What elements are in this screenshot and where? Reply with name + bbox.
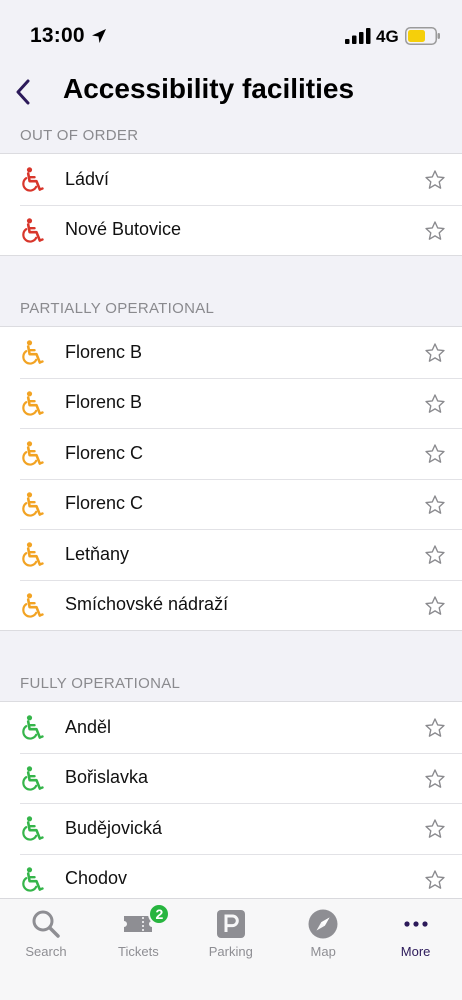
facility-row[interactable]: Ládví <box>0 154 462 205</box>
parking-icon <box>215 908 247 940</box>
tab-parking[interactable]: Parking <box>185 899 277 969</box>
star-icon[interactable] <box>424 818 446 840</box>
facility-row[interactable]: Bořislavka <box>0 752 462 804</box>
tab-label: Tickets <box>118 944 159 959</box>
wheelchair-icon <box>22 167 44 192</box>
wheelchair-icon <box>22 217 44 243</box>
nav-header: Accessibility facilities <box>0 70 462 115</box>
tab-label: Search <box>25 944 67 959</box>
section-header: OUT OF ORDER <box>20 127 139 144</box>
section-list: Florenc B Florenc B Florenc C Florenc C … <box>0 326 462 631</box>
facility-row[interactable]: Smíchovské nádraží <box>0 579 462 631</box>
star-icon[interactable] <box>424 717 446 739</box>
facility-name: Ládví <box>65 168 110 189</box>
tab-search[interactable]: Search <box>0 899 92 969</box>
star-icon[interactable] <box>424 494 446 516</box>
star-icon[interactable] <box>424 342 446 364</box>
facilities-list[interactable]: OUT OF ORDER Ládví Nové Butovice PARTIALL… <box>0 115 462 898</box>
tab-label: Parking <box>208 944 253 959</box>
tab-label: Map <box>310 944 336 959</box>
facility-row[interactable]: Letňany <box>0 529 462 580</box>
wheelchair-icon <box>22 390 44 416</box>
star-icon[interactable] <box>424 595 446 617</box>
facility-name: Bořislavka <box>65 767 149 788</box>
star-icon[interactable] <box>424 768 446 790</box>
facility-row[interactable]: Florenc C <box>0 478 462 530</box>
wheelchair-icon <box>22 592 44 618</box>
facility-name: Smíchovské nádraží <box>65 594 229 615</box>
star-icon[interactable] <box>424 544 446 566</box>
tab-map[interactable]: Map <box>277 899 369 969</box>
facility-row[interactable]: Budějovická <box>0 803 462 854</box>
facility-name: Budějovická <box>65 817 163 838</box>
facility-name: Florenc B <box>65 341 143 362</box>
status-bar: 13:00 4G <box>0 0 462 70</box>
facility-name: Chodov <box>65 868 128 889</box>
facility-name: Letňany <box>65 543 130 564</box>
facility-name: Florenc B <box>65 392 143 413</box>
chevron-left-icon <box>16 79 30 105</box>
star-icon[interactable] <box>424 443 446 465</box>
facility-name: Florenc C <box>65 442 144 463</box>
status-time: 13:00 <box>30 24 85 47</box>
wheelchair-icon <box>22 715 44 740</box>
section-list: Ládví Nové Butovice <box>0 153 462 256</box>
wheelchair-icon <box>22 816 44 841</box>
star-icon[interactable] <box>424 869 446 891</box>
page-title: Accessibility facilities <box>63 73 355 104</box>
facility-row[interactable]: Florenc B <box>0 377 462 429</box>
wheelchair-icon <box>22 491 44 517</box>
star-icon[interactable] <box>424 393 446 415</box>
star-icon[interactable] <box>424 169 446 191</box>
facility-name: Nové Butovice <box>65 219 182 240</box>
facility-row[interactable]: Chodov <box>0 853 462 899</box>
section-header: FULLY OPERATIONAL <box>20 675 181 692</box>
wheelchair-icon <box>22 765 44 791</box>
wheelchair-icon <box>22 866 44 892</box>
wheelchair-icon <box>22 542 44 567</box>
location-arrow-icon <box>92 29 106 43</box>
facility-name: Anděl <box>65 716 112 737</box>
facility-row[interactable]: Nové Butovice <box>0 204 462 256</box>
wheelchair-icon <box>22 340 44 365</box>
section-list: Anděl Bořislavka Budějovická Chodov <box>0 701 462 898</box>
facility-row[interactable]: Anděl <box>0 702 462 753</box>
facility-name: Florenc C <box>65 493 144 514</box>
tickets-badge: 2 <box>148 903 171 925</box>
network-label: 4G <box>376 27 399 46</box>
signal-icon <box>345 28 371 44</box>
more-icon <box>400 908 432 940</box>
battery-icon <box>405 27 440 45</box>
search-icon <box>30 908 62 940</box>
compass-icon <box>307 908 339 940</box>
wheelchair-icon <box>22 441 44 466</box>
tab-more[interactable]: More <box>370 899 462 969</box>
facility-row[interactable]: Florenc B <box>0 327 462 378</box>
back-button[interactable] <box>8 72 38 112</box>
tab-label: More <box>400 944 431 959</box>
facility-row[interactable]: Florenc C <box>0 428 462 479</box>
tab-tickets[interactable]: Tickets 2 <box>92 899 184 969</box>
tab-bar: Search Tickets 2 Parking Map More <box>0 898 462 1000</box>
star-icon[interactable] <box>424 220 446 242</box>
section-header: PARTIALLY OPERATIONAL <box>20 300 215 317</box>
